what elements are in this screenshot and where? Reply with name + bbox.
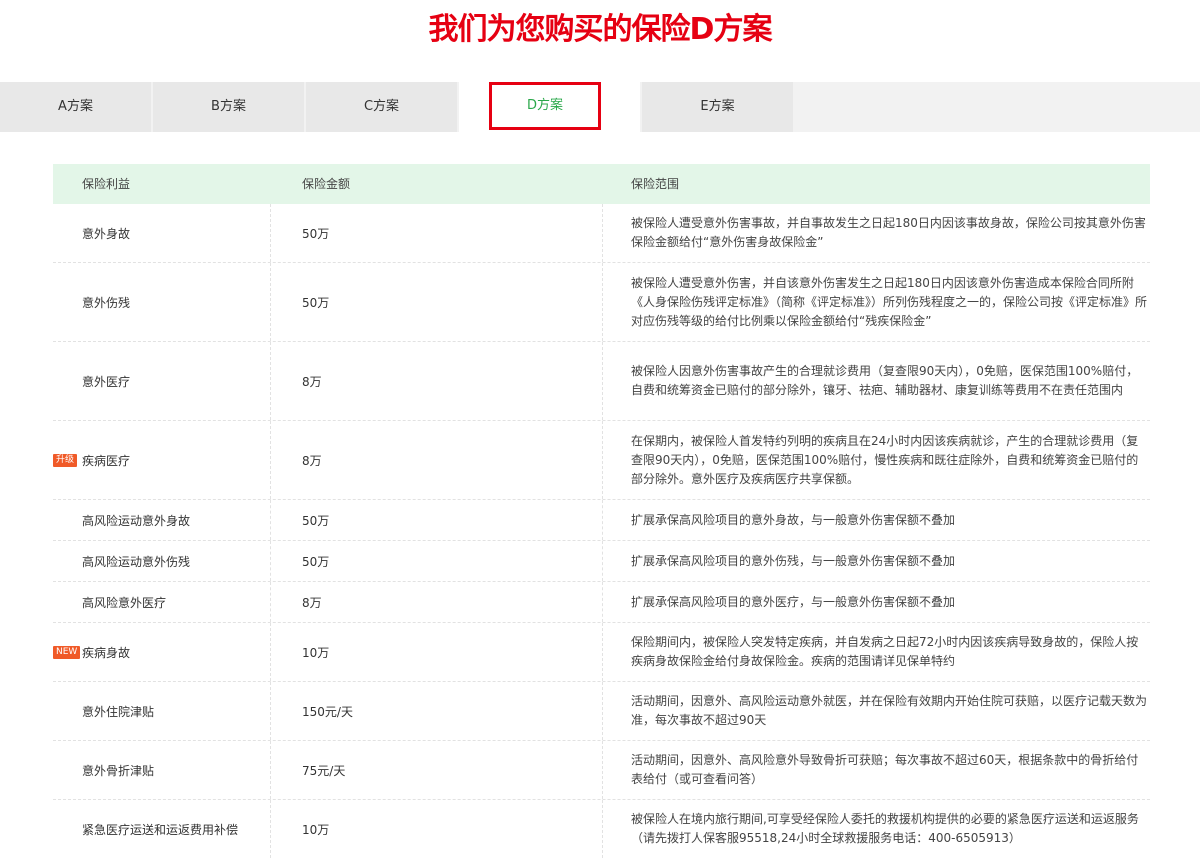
benefit-label: 意外住院津贴 xyxy=(82,704,155,719)
benefit-cell: 高风险运动意外伤残 xyxy=(53,541,271,581)
benefit-label: 意外伤残 xyxy=(82,295,131,310)
benefit-cell: 高风险运动意外身故 xyxy=(53,500,271,540)
amount-cell: 50万 xyxy=(271,500,603,540)
new-badge: NEW xyxy=(53,645,81,659)
scope-text: 被保险人因意外伤害事故产生的合理就诊费用（复查限90天内），0免赔，医保范围10… xyxy=(631,364,1139,397)
benefit-cell: 意外医疗 xyxy=(53,342,271,420)
table-header: 保险利益 保险金额 保险范围 xyxy=(53,164,1150,204)
scope-cell: 保险期间内，被保险人突发特定疾病，并自发病之日起72小时内因该疾病导致身故的，保… xyxy=(603,623,1150,681)
amount-cell: 50万 xyxy=(271,541,603,581)
insurance-table: 保险利益 保险金额 保险范围 意外身故 50万 被保险人遭受意外伤害事故，并自事故发… xyxy=(53,164,1150,858)
scope-text: 被保险人遭受意外伤害，并自该意外伤害发生之日起180日内因该意外伤害造成本保险合… xyxy=(631,275,1148,328)
scope-cell: 活动期间，因意外、高风险意外导致骨折可获赔；每次事故不超过60天，根据条款中的骨… xyxy=(603,741,1150,799)
table-row: 紧急医疗运送和运返费用补偿 10万 被保险人在境内旅行期间,可享受经保险人委托的救援… xyxy=(53,800,1150,858)
scope-text: 活动期间，因意外、高风险运动意外就医，并在保险有效期内开始住院可获赔，以医疗记载… xyxy=(631,694,1148,727)
amount-cell: 8万 xyxy=(271,421,603,499)
header-scope: 保险范围 xyxy=(631,177,680,191)
scope-text: 被保险人遭受意外伤害事故，并自事故发生之日起180日内因该事故身故，保险公司按其… xyxy=(631,216,1146,249)
benefit-cell: 意外骨折津贴 xyxy=(53,741,271,799)
benefit-label: 紧急医疗运送和运返费用补偿 xyxy=(82,822,239,837)
scope-text: 保险期间内，被保险人突发特定疾病，并自发病之日起72小时内因该疾病导致身故的，保… xyxy=(631,635,1139,668)
scope-cell: 在保期内，被保险人首发特约列明的疾病且在24小时内因该疾病就诊，产生的合理就诊费… xyxy=(603,421,1150,499)
tab-plan-e[interactable]: E方案 xyxy=(642,82,793,132)
amount-cell: 50万 xyxy=(271,204,603,262)
scope-text: 扩展承保高风险项目的意外医疗，与一般意外伤害保额不叠加 xyxy=(631,594,956,609)
scope-cell: 被保险人遭受意外伤害，并自该意外伤害发生之日起180日内因该意外伤害造成本保险合… xyxy=(603,263,1150,341)
benefit-label: 高风险运动意外伤残 xyxy=(82,554,191,569)
benefit-cell: NEW 疾病身故 xyxy=(53,623,271,681)
benefit-cell: 意外住院津贴 xyxy=(53,682,271,740)
amount-cell: 8万 xyxy=(271,582,603,622)
table-row: 高风险运动意外身故 50万 扩展承保高风险项目的意外身故，与一般意外伤害保额不叠加 xyxy=(53,500,1150,541)
table-row: 升级 疾病医疗 8万 在保期内，被保险人首发特约列明的疾病且在24小时内因该疾病就诊，… xyxy=(53,421,1150,500)
benefit-label: 意外骨折津贴 xyxy=(82,763,155,778)
header-benefit: 保险利益 xyxy=(82,177,131,191)
tab-plan-c[interactable]: C方案 xyxy=(306,82,457,132)
scope-cell: 扩展承保高风险项目的意外身故，与一般意外伤害保额不叠加 xyxy=(603,500,1150,540)
benefit-cell: 紧急医疗运送和运返费用补偿 xyxy=(53,800,271,858)
scope-text: 活动期间，因意外、高风险意外导致骨折可获赔；每次事故不超过60天，根据条款中的骨… xyxy=(631,753,1139,786)
scope-cell: 扩展承保高风险项目的意外伤残，与一般意外伤害保额不叠加 xyxy=(603,541,1150,581)
scope-text: 扩展承保高风险项目的意外伤残，与一般意外伤害保额不叠加 xyxy=(631,553,956,568)
benefit-label: 疾病医疗 xyxy=(82,453,131,468)
amount-cell: 8万 xyxy=(271,342,603,420)
tab-plan-b[interactable]: B方案 xyxy=(153,82,304,132)
tab-plan-d[interactable]: D方案 xyxy=(489,82,601,130)
benefit-label: 高风险意外医疗 xyxy=(82,595,167,610)
page-title: 我们为您购买的保险D方案 xyxy=(428,12,773,47)
scope-text: 被保险人在境内旅行期间,可享受经保险人委托的救援机构提供的必要的紧急医疗运送和运… xyxy=(631,812,1139,845)
table-row: 意外住院津贴 150元/天 活动期间，因意外、高风险运动意外就医，并在保险有效期内开… xyxy=(53,682,1150,741)
table-row: 高风险运动意外伤残 50万 扩展承保高风险项目的意外伤残，与一般意外伤害保额不叠加 xyxy=(53,541,1150,582)
tab-plan-a[interactable]: A方案 xyxy=(0,82,151,132)
upgrade-badge: 升级 xyxy=(53,453,78,467)
table-row: NEW 疾病身故 10万 保险期间内，被保险人突发特定疾病，并自发病之日起72小时内因… xyxy=(53,623,1150,682)
scope-cell: 被保险人遭受意外伤害事故，并自事故发生之日起180日内因该事故身故，保险公司按其… xyxy=(603,204,1150,262)
scope-cell: 活动期间，因意外、高风险运动意外就医，并在保险有效期内开始住院可获赔，以医疗记载… xyxy=(603,682,1150,740)
benefit-label: 疾病身故 xyxy=(82,645,131,660)
scope-cell: 被保险人因意外伤害事故产生的合理就诊费用（复查限90天内），0免赔，医保范围10… xyxy=(603,342,1150,420)
benefit-label: 意外医疗 xyxy=(82,374,131,389)
table-row: 意外身故 50万 被保险人遭受意外伤害事故，并自事故发生之日起180日内因该事故身故… xyxy=(53,204,1150,263)
benefit-label: 高风险运动意外身故 xyxy=(82,513,191,528)
table-row: 意外骨折津贴 75元/天 活动期间，因意外、高风险意外导致骨折可获赔；每次事故不超过… xyxy=(53,741,1150,800)
header-amount: 保险金额 xyxy=(302,177,351,191)
benefit-cell: 意外伤残 xyxy=(53,263,271,341)
table-row: 意外伤残 50万 被保险人遭受意外伤害，并自该意外伤害发生之日起180日内因该意外伤… xyxy=(53,263,1150,342)
amount-cell: 50万 xyxy=(271,263,603,341)
benefit-label: 意外身故 xyxy=(82,226,131,241)
benefit-cell: 意外身故 xyxy=(53,204,271,262)
benefit-cell: 高风险意外医疗 xyxy=(53,582,271,622)
table-row: 高风险意外医疗 8万 扩展承保高风险项目的意外医疗，与一般意外伤害保额不叠加 xyxy=(53,582,1150,623)
amount-cell: 75元/天 xyxy=(271,741,603,799)
scope-text: 在保期内，被保险人首发特约列明的疾病且在24小时内因该疾病就诊，产生的合理就诊费… xyxy=(631,433,1139,486)
scope-cell: 被保险人在境内旅行期间,可享受经保险人委托的救援机构提供的必要的紧急医疗运送和运… xyxy=(603,800,1150,858)
benefit-cell: 升级 疾病医疗 xyxy=(53,421,271,499)
amount-cell: 10万 xyxy=(271,623,603,681)
amount-cell: 10万 xyxy=(271,800,603,858)
scope-cell: 扩展承保高风险项目的意外医疗，与一般意外伤害保额不叠加 xyxy=(603,582,1150,622)
table-row: 意外医疗 8万 被保险人因意外伤害事故产生的合理就诊费用（复查限90天内），0免赔，… xyxy=(53,342,1150,421)
scope-text: 扩展承保高风险项目的意外身故，与一般意外伤害保额不叠加 xyxy=(631,512,956,527)
amount-cell: 150元/天 xyxy=(271,682,603,740)
